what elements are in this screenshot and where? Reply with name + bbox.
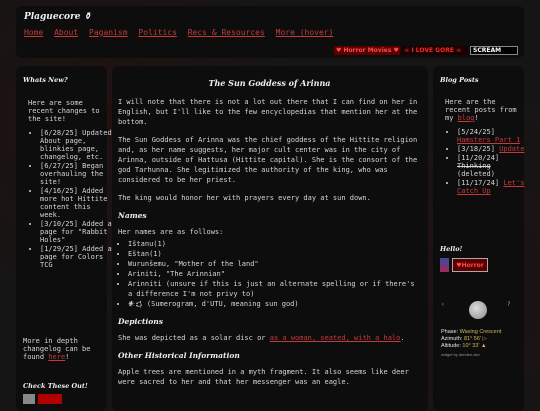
list-item: Eštan(1) xyxy=(128,249,421,259)
nav-home[interactable]: Home xyxy=(24,28,43,37)
nav-recs-resources[interactable]: Recs & Resources xyxy=(188,28,265,37)
blog-post-link[interactable]: Hamsters Part 1 xyxy=(457,136,520,144)
check-these-out-title: Check These Out! xyxy=(23,382,88,390)
scream-banner: SCREAM xyxy=(470,46,518,55)
widget-credit: widget by dimden.dev xyxy=(441,352,480,357)
honor-paragraph: The king would honor her with prayers ev… xyxy=(118,194,371,202)
site-title[interactable]: Plaguecore ⚱ xyxy=(24,12,91,22)
blog-intro: Here are the recent posts from my blog! xyxy=(445,98,517,122)
right-sidebar: Blog Posts Here are the recent posts fro… xyxy=(433,66,524,411)
site-button[interactable] xyxy=(23,394,35,404)
names-list: Ištanu(1) Eštan(1) Wurunšemu, "Mother of… xyxy=(118,239,421,309)
hello-title: Hello! xyxy=(440,245,463,253)
blog-post-link[interactable]: Update xyxy=(499,145,524,153)
site-button[interactable] xyxy=(38,394,62,404)
main-content: The Sun Goddess of Arinna I will note th… xyxy=(112,66,428,411)
list-item: [5/24/25] Hamsters Part 1 xyxy=(457,128,531,144)
nav-politics[interactable]: Politics xyxy=(138,28,177,37)
hello-badges: ♥Horror xyxy=(440,258,488,272)
depictions-paragraph: She was depicted as a solar disc or as a… xyxy=(118,334,405,342)
nav-more[interactable]: More (hover) xyxy=(276,28,334,37)
help-icon[interactable]: ? xyxy=(507,301,511,308)
badge-image xyxy=(440,258,449,272)
arrow-left-icon[interactable]: ‹ xyxy=(441,301,445,308)
description-paragraph: The Sun Goddess of Arinna was the chief … xyxy=(118,136,418,184)
banner-row: ♥ Horror Movies ♥ ☠ I LOVE GORE ☠ SCREAM xyxy=(334,46,518,55)
page-title: The Sun Goddess of Arinna xyxy=(208,78,331,88)
names-heading: Names xyxy=(118,211,147,220)
history-paragraph: Apple trees are mentioned in a myth frag… xyxy=(118,368,409,386)
intro-paragraph: I will note that there is not a lot out … xyxy=(118,98,418,126)
changelog-link[interactable]: here xyxy=(48,353,65,361)
list-item: [6/27/25] Began overhauling the site! xyxy=(40,162,114,186)
list-item: 𒀭𒌓 (Sumerogram, d'UTU, meaning sun god) xyxy=(128,299,421,309)
list-item: [3/10/25] Added a page for "Rabbit Holes… xyxy=(40,220,114,244)
list-item: Ištanu(1) xyxy=(128,239,421,249)
deleted-post-title: Thinking xyxy=(457,162,491,170)
whats-new-intro: Here are some recent changes to the site… xyxy=(28,99,100,123)
site-header: Plaguecore ⚱ Home About Paganism Politic… xyxy=(16,6,524,58)
whats-new-title: Whats New? xyxy=(23,76,68,84)
horror-badge: ♥Horror xyxy=(452,258,488,272)
moon-widget: ‹ ? Phase: Waxing Crescent Azimuth: 81° … xyxy=(441,299,519,359)
horror-movies-banner: ♥ Horror Movies ♥ xyxy=(334,46,400,55)
list-item: Wurunšemu, "Mother of the land" xyxy=(128,259,421,269)
left-sidebar: Whats New? Here are some recent changes … xyxy=(16,66,112,411)
list-item: [11/20/24] Thinking (deleted) xyxy=(457,154,531,178)
blog-link[interactable]: blog xyxy=(458,114,475,122)
depictions-heading: Depictions xyxy=(118,317,163,326)
history-heading: Other Historical Information xyxy=(118,351,240,360)
blog-posts-title: Blog Posts xyxy=(440,76,479,84)
moon-icon xyxy=(469,301,487,319)
list-item: [6/28/25] Updated About page, blinkies p… xyxy=(40,129,114,161)
button-row xyxy=(23,394,62,404)
list-item: Ariniti, "The Arinnian" xyxy=(128,269,421,279)
list-item: Arinniti (unsure if this is just an alte… xyxy=(128,279,421,299)
blog-post-list: [5/24/25] Hamsters Part 1 [3/18/25] Upda… xyxy=(447,128,531,196)
names-intro: Her names are as follows: xyxy=(118,228,224,236)
changelog-list: [6/28/25] Updated About page, blinkies p… xyxy=(30,129,114,270)
list-item: [4/16/25] Added more hot Hittite content… xyxy=(40,187,114,219)
list-item: [3/18/25] Update xyxy=(457,145,531,153)
list-item: [11/17/24] Let's Catch Up xyxy=(457,179,531,195)
moon-readout: Phase: Waxing Crescent Azimuth: 81° 56' … xyxy=(441,329,502,349)
depiction-link[interactable]: as a woman, seated, with a halo xyxy=(270,334,401,342)
main-nav: Home About Paganism Politics Recs & Reso… xyxy=(24,28,339,37)
nav-paganism[interactable]: Paganism xyxy=(89,28,128,37)
gore-banner: ☠ I LOVE GORE ☠ xyxy=(402,46,468,55)
changelog-more: More in depth changelog can be found her… xyxy=(23,337,91,361)
list-item: [1/29/25] Added a page for Colors TCG xyxy=(40,245,114,269)
nav-about[interactable]: About xyxy=(54,28,78,37)
